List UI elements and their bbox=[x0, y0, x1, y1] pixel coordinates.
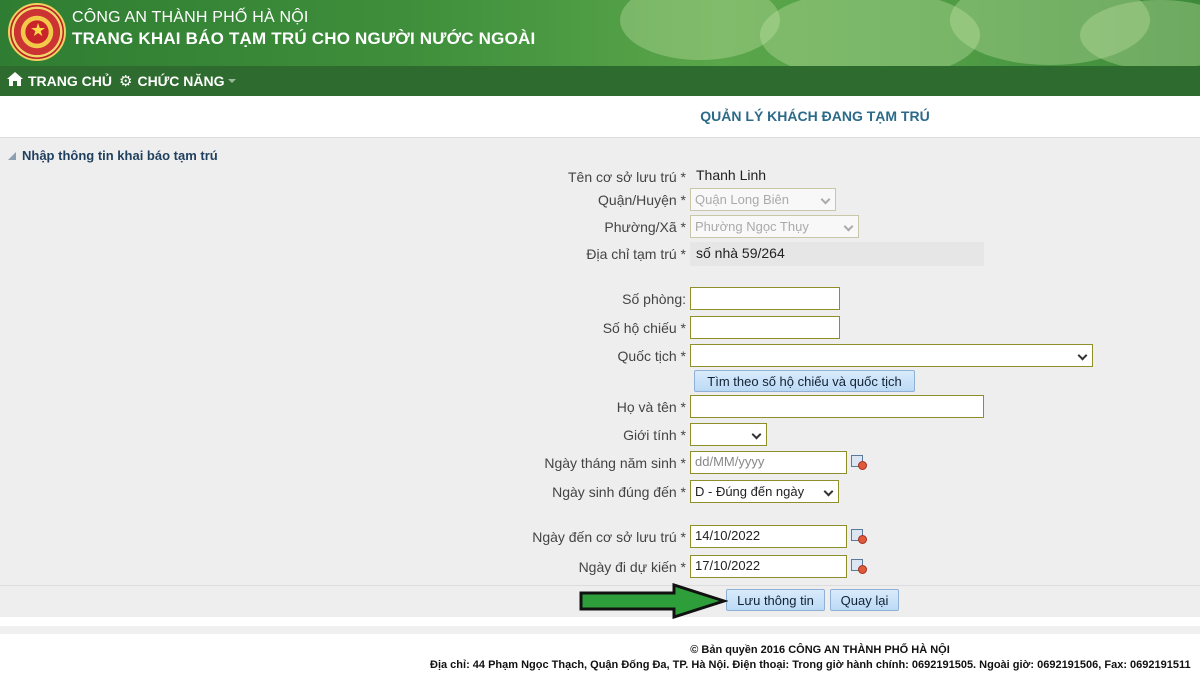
ward-label: Phường/Xã * bbox=[604, 219, 686, 235]
district-label: Quận/Huyện * bbox=[598, 192, 686, 208]
row-district: Quận/Huyện * Quận Long Biên bbox=[0, 188, 1200, 212]
row-dob-accuracy: Ngày sinh đúng đến * D - Đúng đến ngày bbox=[0, 480, 1200, 504]
site-title: TRANG KHAI BÁO TẠM TRÚ CHO NGƯỜI NƯỚC NG… bbox=[72, 29, 536, 48]
room-label: Số phòng: bbox=[622, 291, 686, 307]
chevron-down-icon bbox=[823, 486, 834, 497]
row-gender: Giới tính * bbox=[0, 423, 1200, 447]
nationality-select[interactable] bbox=[690, 344, 1093, 367]
collapse-icon bbox=[8, 151, 16, 160]
row-ward: Phường/Xã * Phường Ngọc Thụy bbox=[0, 215, 1200, 239]
departure-date-input[interactable]: 17/10/2022 bbox=[690, 555, 847, 578]
row-room: Số phòng: bbox=[0, 287, 1200, 311]
banner-decoration bbox=[620, 0, 780, 60]
section-header[interactable]: Nhập thông tin khai báo tạm trú bbox=[8, 148, 218, 163]
room-input[interactable] bbox=[690, 287, 840, 310]
passport-input[interactable] bbox=[690, 316, 840, 339]
calendar-icon[interactable] bbox=[850, 557, 868, 575]
district-value: Quận Long Biên bbox=[695, 192, 789, 207]
org-name: CÔNG AN THÀNH PHỐ HÀ NỘI bbox=[72, 9, 309, 26]
accommodation-value: Thanh Linh bbox=[696, 167, 767, 183]
banner-decoration bbox=[760, 0, 980, 66]
departure-label: Ngày đi dự kiến * bbox=[578, 559, 686, 575]
chevron-down-icon bbox=[820, 194, 831, 205]
row-dob: Ngày tháng năm sinh * dd/MM/yyyy bbox=[0, 451, 1200, 475]
fullname-label: Họ và tên * bbox=[616, 399, 686, 415]
annotation-arrow-icon bbox=[579, 583, 728, 619]
district-select[interactable]: Quận Long Biên bbox=[690, 188, 836, 211]
dob-accuracy-select[interactable]: D - Đúng đến ngày bbox=[690, 480, 839, 503]
chevron-down-icon bbox=[751, 429, 762, 440]
form-panel: Nhập thông tin khai báo tạm trú Tên cơ s… bbox=[0, 137, 1200, 585]
dob-label: Ngày tháng năm sinh * bbox=[544, 455, 686, 471]
save-button[interactable]: Lưu thông tin bbox=[726, 589, 825, 611]
row-departure: Ngày đi dự kiến * 17/10/2022 bbox=[0, 555, 1200, 579]
police-emblem-icon[interactable]: ★ bbox=[8, 3, 66, 61]
row-arrival: Ngày đến cơ sở lưu trú * 14/10/2022 bbox=[0, 525, 1200, 549]
calendar-icon[interactable] bbox=[850, 453, 868, 471]
chevron-down-icon bbox=[1077, 350, 1088, 361]
calendar-icon[interactable] bbox=[850, 527, 868, 545]
dob-accuracy-value: D - Đúng đến ngày bbox=[695, 484, 805, 499]
row-fullname: Họ và tên * bbox=[0, 395, 1200, 419]
row-passport: Số hộ chiếu * bbox=[0, 316, 1200, 340]
gear-icon: ⚙ bbox=[119, 72, 133, 90]
dob-accuracy-label: Ngày sinh đúng đến * bbox=[552, 484, 686, 500]
footer: © Bản quyền 2016 CÔNG AN THÀNH PHỐ HÀ NỘ… bbox=[0, 626, 1200, 675]
row-nationality: Quốc tịch * bbox=[0, 344, 1200, 368]
address-label: Địa chỉ tạm trú * bbox=[586, 246, 686, 262]
chevron-down-icon bbox=[843, 221, 854, 232]
arrival-label: Ngày đến cơ sở lưu trú * bbox=[532, 529, 686, 545]
header-banner: ★ CÔNG AN THÀNH PHỐ HÀ NỘI TRANG KHAI BÁ… bbox=[0, 0, 1200, 66]
row-address: Địa chỉ tạm trú * số nhà 59/264 bbox=[0, 242, 1200, 266]
address-field: số nhà 59/264 bbox=[690, 242, 984, 266]
page-title: QUẢN LÝ KHÁCH ĐANG TẠM TRÚ bbox=[700, 108, 930, 124]
gender-label: Giới tính * bbox=[623, 427, 686, 443]
section-title: Nhập thông tin khai báo tạm trú bbox=[22, 148, 218, 163]
main-navbar: TRANG CHỦ ⚙ CHỨC NĂNG bbox=[0, 66, 1200, 96]
nationality-label: Quốc tịch * bbox=[617, 348, 686, 364]
nav-functions-label: CHỨC NĂNG bbox=[137, 73, 225, 89]
page-title-bar: QUẢN LÝ KHÁCH ĐANG TẠM TRÚ bbox=[0, 96, 1200, 136]
row-accommodation: Tên cơ sở lưu trú * Thanh Linh bbox=[0, 165, 1200, 189]
dob-input[interactable]: dd/MM/yyyy bbox=[690, 451, 847, 474]
ward-select[interactable]: Phường Ngọc Thụy bbox=[690, 215, 859, 238]
footer-address: Địa chỉ: 44 Phạm Ngọc Thạch, Quận Đống Đ… bbox=[430, 659, 1191, 671]
star-icon: ★ bbox=[30, 20, 47, 41]
fullname-input[interactable] bbox=[690, 395, 984, 418]
back-button[interactable]: Quay lại bbox=[830, 589, 899, 611]
nav-home[interactable]: TRANG CHỦ bbox=[7, 66, 112, 96]
accommodation-label: Tên cơ sở lưu trú * bbox=[568, 169, 686, 185]
ward-value: Phường Ngọc Thụy bbox=[695, 219, 809, 234]
nav-home-label: TRANG CHỦ bbox=[28, 73, 112, 89]
home-icon bbox=[7, 72, 23, 90]
nav-functions-menu[interactable]: ⚙ CHỨC NĂNG bbox=[119, 66, 236, 96]
arrival-date-input[interactable]: 14/10/2022 bbox=[690, 525, 847, 548]
search-passport-button[interactable]: Tìm theo số hộ chiếu và quốc tịch bbox=[694, 370, 915, 392]
footer-copyright: © Bản quyền 2016 CÔNG AN THÀNH PHỐ HÀ NỘ… bbox=[690, 644, 950, 656]
chevron-down-icon bbox=[227, 79, 236, 83]
gender-select[interactable] bbox=[690, 423, 767, 446]
passport-label: Số hộ chiếu * bbox=[602, 320, 686, 336]
